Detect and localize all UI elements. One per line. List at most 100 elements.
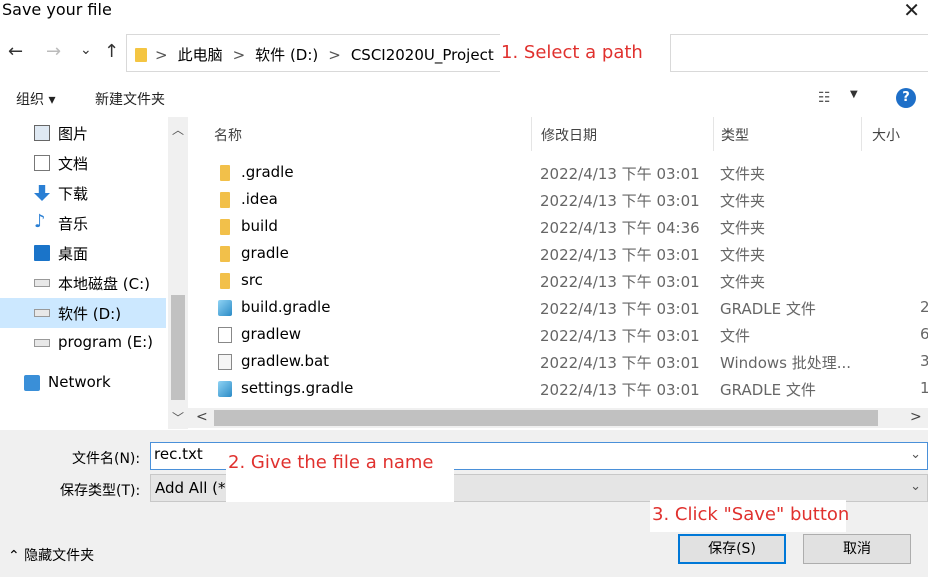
window-title: Save your file	[2, 0, 112, 19]
annotation-step1: 1. Select a path	[500, 42, 670, 72]
back-arrow-icon[interactable]: ←	[8, 40, 23, 64]
scroll-down-icon[interactable]: ﹀	[172, 409, 184, 426]
file-date: 2022/4/13 下午 03:01	[540, 273, 700, 291]
file-date: 2022/4/13 下午 03:01	[540, 381, 700, 399]
folder-icon	[220, 165, 230, 181]
desktop-icon	[34, 245, 50, 261]
annotation-step3: 3. Click "Save" button	[650, 500, 849, 532]
file-type: 文件夹	[720, 192, 766, 210]
file-date: 2022/4/13 下午 03:01	[540, 300, 700, 318]
sidebar-item[interactable]: 文档	[0, 148, 166, 178]
file-row[interactable]: gradlew 2022/4/13 下午 03:01 文件 6	[188, 321, 928, 348]
file-name: settings.gradle	[241, 379, 354, 397]
sidebar-item[interactable]: 桌面	[0, 238, 166, 268]
column-type-label: 类型	[721, 128, 749, 144]
breadcrumb-this-pc[interactable]: 此电脑	[178, 44, 223, 65]
breadcrumb-separator: >	[232, 45, 246, 64]
file-date: 2022/4/13 下午 03:01	[540, 327, 700, 345]
sidebar-item-label: 文档	[58, 155, 89, 173]
sidebar-item-label: 桌面	[58, 245, 89, 263]
sort-ascending-icon: ^	[380, 117, 391, 125]
file-row[interactable]: src 2022/4/13 下午 03:01 文件夹	[188, 267, 928, 294]
horizontal-scrollbar[interactable]: < >	[188, 408, 928, 428]
folder-icon	[220, 273, 230, 289]
scrollbar-thumb[interactable]	[214, 410, 878, 426]
file-row[interactable]: gradlew.bat 2022/4/13 下午 03:01 Windows 批处理…	[188, 348, 928, 375]
sidebar-item-label: 本地磁盘 (C:)	[58, 275, 150, 293]
search-input[interactable]	[670, 34, 928, 72]
close-icon[interactable]: ✕	[903, 0, 920, 20]
address-bar[interactable]: > 此电脑 > 软件 (D:) > CSCI2020U_Project >	[126, 34, 516, 72]
sidebar-item-label: 图片	[58, 125, 89, 143]
gradle-file-icon	[218, 300, 232, 316]
scroll-right-icon[interactable]: >	[910, 409, 922, 425]
file-name: .idea	[241, 190, 278, 208]
filename-input[interactable]	[154, 445, 214, 463]
file-size: 6	[920, 325, 928, 343]
chevron-down-icon[interactable]: ⌄	[910, 447, 921, 462]
sidebar-item[interactable]: 下载	[0, 178, 166, 208]
file-row[interactable]: .gradle 2022/4/13 下午 03:01 文件夹	[188, 159, 928, 186]
column-name-label: 名称	[214, 128, 242, 144]
breadcrumb-drive-d[interactable]: 软件 (D:)	[255, 44, 318, 65]
view-dropdown-icon[interactable]: ▼	[850, 89, 858, 100]
view-options-icon[interactable]: ☷	[818, 90, 831, 106]
folder-icon	[220, 246, 230, 262]
file-type: 文件夹	[720, 273, 766, 291]
sidebar-item[interactable]: 软件 (D:)	[0, 298, 166, 328]
sidebar-scrollbar[interactable]: ︿ ﹀	[168, 117, 188, 429]
sidebar-item[interactable]: program (E:)	[0, 328, 166, 358]
documents-icon	[34, 155, 50, 171]
file-type: 文件夹	[720, 219, 766, 237]
file-name: gradlew	[241, 325, 302, 343]
up-arrow-icon[interactable]: ↑	[104, 40, 119, 64]
drive-icon	[34, 309, 50, 317]
hide-folders-toggle[interactable]: ⌃ 隐藏文件夹	[8, 545, 94, 565]
sidebar-item[interactable]: Network	[0, 368, 166, 398]
title-bar: Save your file ✕	[0, 0, 928, 26]
file-row[interactable]: settings.gradle 2022/4/13 下午 03:01 GRADLE …	[188, 375, 928, 402]
scroll-left-icon[interactable]: <	[196, 409, 208, 425]
folder-icon	[135, 47, 147, 62]
recent-locations-icon[interactable]: ⌄	[80, 38, 92, 62]
music-icon: ♪	[34, 211, 46, 232]
cancel-button[interactable]: 取消	[803, 534, 911, 564]
scrollbar-thumb[interactable]	[171, 295, 185, 400]
file-list: 名称 ^ 修改日期 类型 大小 .gradle 2022/4/13 下午 03:0…	[188, 117, 928, 429]
save-button[interactable]: 保存(S)	[678, 534, 786, 564]
batch-file-icon	[218, 354, 232, 370]
sidebar-item[interactable]: 图片	[0, 118, 166, 148]
file-row[interactable]: build.gradle 2022/4/13 下午 03:01 GRADLE 文件 2	[188, 294, 928, 321]
sidebar-item[interactable]: 本地磁盘 (C:)	[0, 268, 166, 298]
column-header-size[interactable]: 大小	[862, 117, 928, 151]
file-date: 2022/4/13 下午 04:36	[540, 219, 700, 237]
folder-icon	[220, 192, 230, 208]
column-header-type[interactable]: 类型	[711, 117, 862, 151]
file-row[interactable]: gradle 2022/4/13 下午 03:01 文件夹	[188, 240, 928, 267]
scroll-up-icon[interactable]: ︿	[172, 121, 184, 138]
file-date: 2022/4/13 下午 03:01	[540, 192, 700, 210]
help-icon[interactable]: ?	[896, 88, 916, 108]
sidebar-item-label: Network	[48, 373, 111, 391]
pictures-icon	[34, 125, 50, 141]
file-row[interactable]: .idea 2022/4/13 下午 03:01 文件夹	[188, 186, 928, 213]
forward-arrow-icon[interactable]: →	[46, 40, 61, 64]
column-header-name[interactable]: 名称 ^	[204, 117, 532, 151]
sidebar-item[interactable]: ♪ 音乐	[0, 208, 166, 238]
file-row[interactable]: build 2022/4/13 下午 04:36 文件夹	[188, 213, 928, 240]
organize-menu[interactable]: 组织 ▾	[16, 89, 55, 109]
file-name: build.gradle	[241, 298, 331, 316]
navigation-pane: 图片文档下载 ♪ 音乐桌面本地磁盘 (C:) 软件 (D:) program (E:) N…	[0, 117, 188, 429]
network-icon	[24, 375, 40, 391]
breadcrumb-project[interactable]: CSCI2020U_Project	[351, 46, 494, 64]
new-folder-button[interactable]: 新建文件夹	[95, 89, 165, 109]
toolbar: 组织 ▾ 新建文件夹 ☷ ▼ ?	[0, 80, 928, 116]
column-header-date[interactable]: 修改日期	[531, 117, 714, 151]
file-size: 1	[920, 379, 928, 397]
file-type: GRADLE 文件	[720, 381, 816, 399]
annotation-step2: 2. Give the file a name	[226, 452, 454, 502]
chevron-down-icon[interactable]: ⌄	[910, 479, 921, 494]
file-type: 文件夹	[720, 165, 766, 183]
file-name: build	[241, 217, 278, 235]
column-date-label: 修改日期	[541, 128, 597, 144]
